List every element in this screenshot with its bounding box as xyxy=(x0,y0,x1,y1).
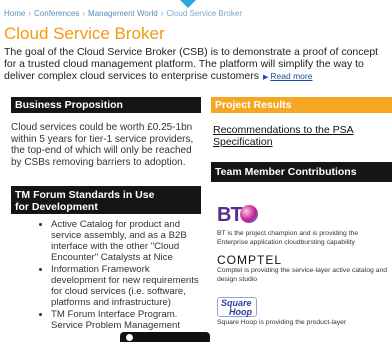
pointer-tip-icon xyxy=(180,0,196,8)
breadcrumb-home[interactable]: Home xyxy=(4,9,25,18)
bt-logo[interactable]: BT xyxy=(217,204,389,230)
partner-square-hoop-description: Square Hoop is providing the product-lay… xyxy=(217,319,347,326)
psa-recommendations-link[interactable]: Recommendations to the PSA Specification xyxy=(213,124,391,148)
team-contributions-heading: Team Member Contributions xyxy=(211,162,392,182)
top-bar xyxy=(0,0,392,8)
comptel-logo[interactable]: COMPTEL xyxy=(217,253,389,267)
standards-heading-line1: TM Forum Standards in Use xyxy=(15,189,155,201)
breadcrumb-current: Cloud Service Broker xyxy=(166,9,242,18)
partner-bt: BT BT is the project champion and is pro… xyxy=(217,204,389,247)
list-item: Active Catalog for product and service a… xyxy=(51,219,206,263)
bottom-banner xyxy=(120,332,210,342)
breadcrumb-conferences[interactable]: Conferences xyxy=(34,9,79,18)
circle-icon xyxy=(126,334,133,341)
square-hoop-logo[interactable]: Square Hoop xyxy=(217,297,389,319)
bottom-bar xyxy=(0,332,392,342)
square-hoop-logo-line2: Hoop xyxy=(229,307,252,317)
partner-bt-description: BT is the project champion and is provid… xyxy=(217,230,359,246)
breadcrumb-separator: › xyxy=(82,9,86,18)
breadcrumb-separator: › xyxy=(28,9,32,18)
list-item: Information Framework development for ne… xyxy=(51,264,206,308)
partner-comptel: COMPTEL Comptel is providing the service… xyxy=(217,253,389,284)
intro-paragraph: The goal of the Cloud Service Broker (CS… xyxy=(4,46,388,84)
intro-text: The goal of the Cloud Service Broker (CS… xyxy=(4,46,379,82)
read-more-link[interactable]: Read more xyxy=(270,71,312,81)
partner-comptel-description: Comptel is providing the service-layer a… xyxy=(217,267,388,283)
page-title: Cloud Service Broker xyxy=(4,24,165,43)
standards-heading-line2: for Development xyxy=(15,201,98,213)
breadcrumb: Home › Conferences › Management World › Cloud … xyxy=(4,9,242,18)
standards-list: Active Catalog for product and service a… xyxy=(11,219,206,343)
standards-heading: TM Forum Standards in Use for Developmen… xyxy=(11,186,201,214)
breadcrumb-separator: › xyxy=(160,9,164,18)
breadcrumb-management-world[interactable]: Management World xyxy=(88,9,158,18)
business-proposition-text: Cloud services could be worth £0.25-1bn … xyxy=(11,122,194,168)
business-proposition-heading: Business Proposition xyxy=(11,97,201,113)
bt-globe-icon xyxy=(240,205,258,223)
partner-square-hoop: Square Hoop Square Hoop is providing the… xyxy=(217,297,389,328)
bt-logo-text: BT xyxy=(217,204,243,226)
project-results-heading: Project Results xyxy=(211,97,392,113)
arrow-right-icon: ▶ xyxy=(263,74,269,81)
